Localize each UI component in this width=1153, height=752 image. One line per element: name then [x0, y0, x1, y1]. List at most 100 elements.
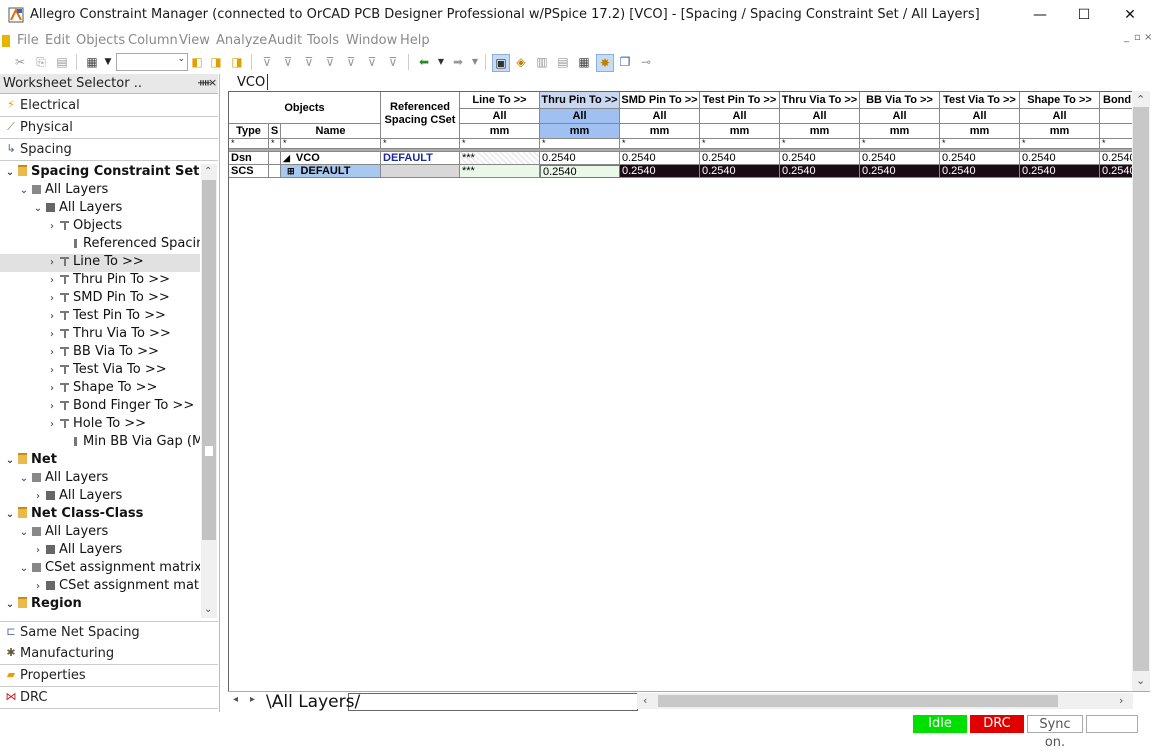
minimize-button[interactable]: —: [1017, 0, 1063, 30]
filter-clear-icon[interactable]: ⊽: [343, 54, 359, 70]
tree-item[interactable]: ⌄ All Layers: [0, 470, 200, 488]
column-header[interactable]: Test Pin To >>: [700, 92, 780, 109]
column-header[interactable]: Bond Fi: [1100, 92, 1132, 109]
filter-cell[interactable]: *: [229, 139, 269, 149]
constraint-value-cell[interactable]: 0.2540: [940, 165, 1020, 178]
paste-icon[interactable]: ▤: [54, 54, 70, 70]
expand-toggle-icon[interactable]: ⌄: [4, 455, 16, 466]
maximize-button[interactable]: ☐: [1061, 0, 1107, 30]
filter-remove-icon[interactable]: ⊽: [301, 54, 317, 70]
expand-toggle-icon[interactable]: ›: [46, 419, 58, 430]
filter-cell[interactable]: *: [1020, 139, 1100, 149]
expand-toggle-icon[interactable]: ›: [46, 221, 58, 232]
collapse-icon[interactable]: ◢: [283, 153, 290, 163]
filter-edit-icon[interactable]: ⊽: [322, 54, 338, 70]
row-referenced-cset[interactable]: [381, 165, 460, 178]
expand-toggle-icon[interactable]: ›: [46, 257, 58, 268]
back-dropdown-icon[interactable]: ▼: [433, 54, 449, 70]
section-same-net-spacing[interactable]: ⊏ Same Net Spacing: [0, 621, 218, 644]
close-button[interactable]: ✕: [1107, 0, 1153, 30]
constraint-value-cell[interactable]: ***: [460, 165, 540, 178]
expand-toggle-icon[interactable]: ›: [46, 401, 58, 412]
constraint-value-cell[interactable]: 0.2540: [540, 165, 620, 178]
menu-window[interactable]: Window: [346, 33, 397, 48]
tree-item[interactable]: › Thru Via To >>: [0, 326, 200, 344]
row-name-cell[interactable]: ⊞ DEFAULT: [281, 165, 381, 178]
menu-help[interactable]: Help: [400, 33, 430, 48]
menu-objects[interactable]: Objects: [76, 33, 125, 48]
mdi-minimize-button[interactable]: _: [1124, 32, 1129, 43]
expand-toggle-icon[interactable]: ⌄: [18, 563, 30, 574]
scroll-up-icon[interactable]: ⌃: [1136, 93, 1145, 106]
expand-plus-icon[interactable]: ⊞: [287, 166, 295, 176]
table-icon[interactable]: ▥: [534, 54, 550, 70]
copy-icon[interactable]: ⎘: [33, 54, 49, 70]
column-header[interactable]: BB Via To >>: [860, 92, 940, 109]
section-physical[interactable]: ⟋ Physical: [0, 117, 218, 139]
constraint-value-cell[interactable]: 0.2540: [860, 165, 940, 178]
filter-add-icon[interactable]: ⊽: [280, 54, 296, 70]
layers-icon[interactable]: ▤: [555, 54, 571, 70]
section-drc[interactable]: ⋈ DRC: [0, 687, 218, 709]
column-header[interactable]: Line To >>: [460, 92, 540, 109]
expand-toggle-icon[interactable]: ⌄: [4, 509, 16, 520]
menu-view[interactable]: View: [179, 33, 210, 48]
tree-scrollbar[interactable]: ⌃ ⌄: [201, 164, 217, 618]
expand-toggle-icon[interactable]: ›: [46, 293, 58, 304]
filter-cell[interactable]: *: [381, 139, 460, 149]
filter-cell[interactable]: *: [460, 139, 540, 149]
tree-item[interactable]: ⌄ All Layers: [0, 524, 200, 542]
constraint-value-cell[interactable]: 0.2540: [1020, 165, 1100, 178]
horizontal-scroll-thumb[interactable]: [658, 695, 1058, 707]
column-header[interactable]: Test Via To >>: [940, 92, 1020, 109]
cut-icon[interactable]: ✂: [12, 54, 28, 70]
expand-toggle-icon[interactable]: ›: [46, 329, 58, 340]
menu-audit[interactable]: Audit: [268, 33, 302, 48]
section-spacing[interactable]: ↳ Spacing: [0, 139, 218, 161]
grid-vertical-scrollbar[interactable]: ⌃ ⌄: [1132, 91, 1150, 691]
constraint-value-cell[interactable]: 0.2540: [1100, 165, 1132, 178]
constraint-value-cell[interactable]: 0.2540: [860, 152, 940, 165]
document-icon[interactable]: [2, 35, 10, 47]
expand-toggle-icon[interactable]: ›: [46, 275, 58, 286]
object-filter-combo[interactable]: ⌄: [116, 53, 188, 71]
filter-show-icon[interactable]: ⊽: [364, 54, 380, 70]
tree-item[interactable]: › Test Via To >>: [0, 362, 200, 380]
select-object-icon[interactable]: ▦: [84, 54, 100, 70]
drc-mode-icon[interactable]: ✸: [596, 54, 614, 72]
column-header[interactable]: Thru Pin To >>: [540, 92, 620, 109]
scroll-right-icon[interactable]: ›: [1119, 694, 1123, 707]
expand-toggle-icon[interactable]: ⌄: [18, 185, 30, 196]
filter-cell[interactable]: *: [281, 139, 381, 149]
tree-item[interactable]: › Shape To >>: [0, 380, 200, 398]
filter-cell[interactable]: *: [269, 139, 281, 149]
tree-item[interactable]: ⌄ Net: [0, 452, 200, 470]
tree-item[interactable]: ⌄ Spacing Constraint Set: [0, 164, 200, 182]
constraint-value-cell[interactable]: 0.2540: [780, 165, 860, 178]
filter-cell[interactable]: *: [540, 139, 620, 149]
constraint-value-cell[interactable]: 0.2540: [780, 152, 860, 165]
constraint-value-cell[interactable]: 0.2540: [620, 165, 700, 178]
expand-toggle-icon[interactable]: ⌄: [4, 167, 16, 178]
expand-toggle-icon[interactable]: ›: [32, 545, 44, 556]
constraint-value-cell[interactable]: 0.2540: [700, 165, 780, 178]
constraint-value-cell[interactable]: 0.2540: [1020, 152, 1100, 165]
filter-icon[interactable]: ⊽: [259, 54, 275, 70]
tab-next-icon[interactable]: ▸: [250, 694, 255, 705]
section-properties[interactable]: ▰ Properties: [0, 665, 218, 687]
expand-toggle-icon[interactable]: ›: [46, 365, 58, 376]
row-referenced-cset[interactable]: DEFAULT: [381, 152, 460, 165]
forward-arrow-icon[interactable]: ➡: [450, 54, 466, 70]
tree-item[interactable]: ⌄ Region: [0, 596, 200, 614]
expand-toggle-icon[interactable]: ⌄: [4, 599, 16, 610]
constraint-value-cell[interactable]: 0.2540: [620, 152, 700, 165]
expand-toggle-icon[interactable]: ›: [46, 311, 58, 322]
next-bookmark-icon[interactable]: ◨: [208, 54, 224, 70]
filter-hide-icon[interactable]: ⊽: [385, 54, 401, 70]
expand-toggle-icon[interactable]: ›: [32, 581, 44, 592]
tree-item[interactable]: Referenced Spacing ...: [0, 236, 200, 254]
menu-analyze[interactable]: Analyze: [216, 33, 267, 48]
mdi-close-button[interactable]: ×: [1144, 32, 1152, 43]
back-arrow-icon[interactable]: ⬅: [416, 54, 432, 70]
filter-cell[interactable]: *: [620, 139, 700, 149]
